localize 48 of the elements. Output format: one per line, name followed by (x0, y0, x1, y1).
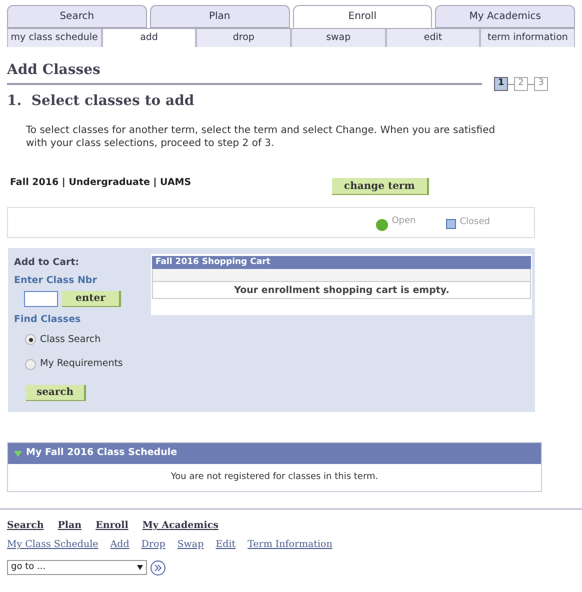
class-number-field[interactable] (24, 290, 58, 306)
change-term-button[interactable]: change term (332, 178, 429, 195)
radio-label: Class Search (40, 332, 101, 347)
sub-tab[interactable]: term information (480, 29, 576, 47)
sub-tab[interactable]: my class schedule (7, 29, 102, 47)
step-heading: 1. Select classes to add (6, 92, 196, 111)
footer-link[interactable]: Plan (58, 519, 82, 534)
nav-tab[interactable]: Plan (150, 5, 290, 28)
cart-header: Fall 2016 Shopping Cart (152, 256, 531, 269)
legend-label: Closed (460, 216, 490, 229)
nav-tab[interactable]: Search (7, 5, 147, 28)
footer-sublink[interactable]: Term Information (248, 538, 332, 552)
enter-button[interactable]: enter (62, 290, 121, 306)
step-indicator: 3 (534, 77, 548, 91)
sub-tab[interactable]: drop (196, 29, 292, 47)
footer-link[interactable]: Search (7, 519, 44, 534)
find-classes-label: Find Classes (14, 312, 82, 326)
class-number-label: Enter Class Nbr (14, 274, 98, 288)
footer-sublink[interactable]: Drop (141, 538, 166, 552)
footer-sublink[interactable]: Swap (177, 538, 204, 552)
schedule-title: My Fall 2016 Class Schedule (26, 446, 178, 460)
radio-label: My Requirements (40, 357, 123, 371)
radio-button[interactable] (25, 334, 36, 346)
footer-sublink[interactable]: Add (110, 538, 130, 552)
cart-empty-message: Your enrollment shopping cart is empty. (152, 281, 531, 299)
footer-link[interactable]: Enroll (96, 519, 128, 534)
nav-tab[interactable]: My Academics (435, 5, 575, 28)
term-label: Fall 2016 | Undergraduate | UAMS (10, 176, 192, 190)
page-title: Add Classes (7, 62, 100, 78)
dropdown-caret-icon (137, 565, 143, 570)
sub-tab[interactable]: add (102, 29, 196, 47)
sub-tab[interactable]: swap (291, 29, 386, 47)
legend-label: Open (392, 214, 416, 228)
schedule-message: You are not registered for classes in this term. (170, 470, 380, 484)
goto-dropdown[interactable]: go to ... (7, 560, 147, 575)
collapse-triangle-icon (14, 450, 22, 456)
add-to-cart-heading: Add to Cart: (14, 256, 80, 270)
step-indicator: 1 (494, 77, 508, 91)
instructions-text: To select classes for another term, select the term and select Change. When you are satisfied with your class selections, proceed to step 2 of 3. (26, 124, 496, 150)
schedule-header[interactable]: My Fall 2016 Class Schedule (8, 443, 541, 464)
footer-sublink[interactable]: My Class Schedule (7, 538, 98, 552)
nav-tab[interactable]: Enroll (292, 5, 432, 28)
search-button[interactable]: search (26, 385, 86, 402)
footer-sublink[interactable]: Edit (216, 538, 236, 552)
radio-button[interactable] (25, 358, 36, 370)
step-indicator: 2 (514, 77, 528, 91)
sub-tab[interactable]: edit (386, 29, 480, 47)
footer-link[interactable]: My Academics (142, 519, 218, 534)
